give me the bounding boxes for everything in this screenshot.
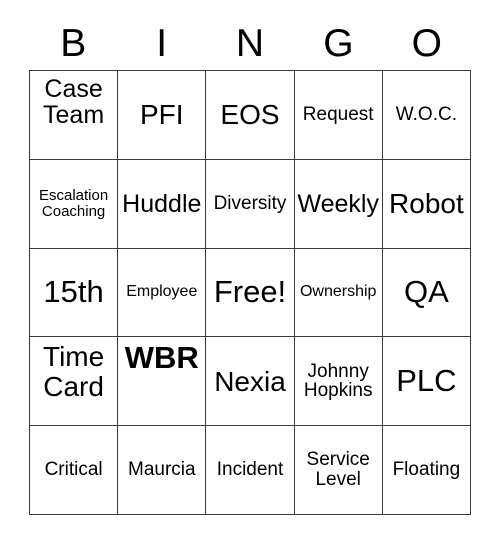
- bingo-cell[interactable]: Diversity: [206, 159, 295, 249]
- bingo-header-letter-o: O: [411, 21, 442, 65]
- bingo-header-letter-b: B: [60, 21, 87, 65]
- bingo-cell[interactable]: Weekly: [294, 159, 383, 249]
- bingo-cell-label: Johnny Hopkins: [303, 360, 373, 402]
- bingo-cell-label: Maurcia: [128, 459, 196, 481]
- bingo-cell[interactable]: PFI: [118, 71, 207, 160]
- bingo-cell-label: Critical: [44, 459, 103, 481]
- bingo-card: B I N G O Case Team PFI EOS Request W.O.C. Es…: [0, 0, 500, 544]
- bingo-cell[interactable]: QA: [382, 248, 471, 338]
- bingo-cell-label: Time Card: [43, 341, 105, 402]
- bingo-cell-label: W.O.C.: [395, 104, 457, 126]
- bingo-cell[interactable]: Time Card: [30, 337, 119, 427]
- bingo-cell-label: WBR: [124, 340, 199, 376]
- bingo-cell[interactable]: Incident: [206, 426, 295, 515]
- bingo-cell-label: Free!: [213, 274, 287, 310]
- bingo-cell[interactable]: Huddle: [118, 159, 207, 249]
- bingo-cell[interactable]: Ownership: [294, 248, 383, 338]
- bingo-cell[interactable]: PLC: [382, 337, 471, 427]
- bingo-cell-label: Service Level: [306, 449, 370, 491]
- bingo-cell[interactable]: Service Level: [294, 426, 383, 515]
- bingo-grid: Case Team PFI EOS Request W.O.C. Escalation C…: [29, 70, 471, 515]
- bingo-cell-label: 15th: [43, 274, 104, 310]
- bingo-cell-label: Escalation Coaching: [38, 187, 109, 220]
- bingo-cell[interactable]: Critical: [30, 426, 119, 515]
- bingo-cell-label: Employee: [126, 283, 198, 301]
- bingo-cell[interactable]: Free!: [206, 248, 295, 338]
- bingo-cell[interactable]: Employee: [118, 248, 207, 338]
- bingo-cell[interactable]: Request: [294, 71, 383, 160]
- bingo-cell-label: EOS: [220, 99, 280, 131]
- bingo-cell-label: Huddle: [122, 189, 202, 218]
- bingo-cell-label: Ownership: [299, 283, 377, 301]
- bingo-header-letter-g: G: [323, 21, 354, 65]
- bingo-cell-label: Nexia: [214, 365, 286, 397]
- bingo-cell[interactable]: Case Team: [30, 71, 119, 160]
- bingo-cell[interactable]: Maurcia: [118, 426, 207, 515]
- bingo-cell-label: Robot: [389, 188, 464, 220]
- bingo-cell[interactable]: W.O.C.: [382, 71, 471, 160]
- bingo-cell[interactable]: EOS: [206, 71, 295, 160]
- bingo-cell-label: QA: [403, 274, 449, 310]
- bingo-header-letter-n: N: [235, 21, 265, 65]
- bingo-header-row: B I N G O: [29, 16, 471, 70]
- bingo-cell-label: PLC: [396, 363, 457, 399]
- bingo-cell[interactable]: Robot: [382, 159, 471, 249]
- bingo-cell-label: Request: [302, 104, 374, 126]
- bingo-header-letter-i: I: [156, 21, 168, 65]
- bingo-cell-label: Floating: [392, 459, 461, 481]
- bingo-cell[interactable]: WBR: [118, 337, 207, 427]
- bingo-cell-label: Diversity: [213, 192, 287, 214]
- bingo-cell[interactable]: Floating: [382, 426, 471, 515]
- bingo-cell[interactable]: Escalation Coaching: [30, 159, 119, 249]
- bingo-cell-label: Case Team: [43, 75, 105, 129]
- bingo-cell-label: PFI: [140, 99, 184, 131]
- bingo-cell[interactable]: 15th: [30, 248, 119, 338]
- bingo-cell-label: Incident: [216, 459, 284, 481]
- bingo-cell[interactable]: Johnny Hopkins: [294, 337, 383, 427]
- bingo-cell[interactable]: Nexia: [206, 337, 295, 427]
- bingo-cell-label: Weekly: [297, 189, 379, 218]
